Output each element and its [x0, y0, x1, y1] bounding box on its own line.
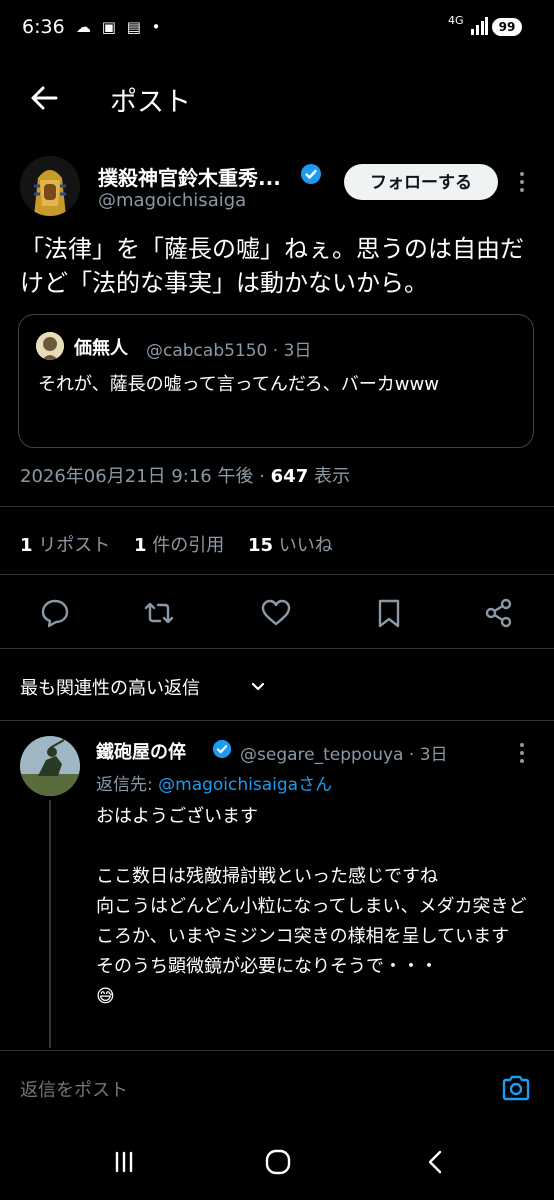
reply-icon[interactable] [38, 596, 72, 630]
reply-sort-dropdown[interactable]: 最も関連性の高い返信 [20, 674, 200, 700]
system-back-icon[interactable] [422, 1148, 450, 1176]
page-title: ポスト [110, 87, 191, 118]
signal-icon [471, 17, 488, 35]
reply-author-avatar[interactable] [20, 736, 80, 796]
post-meta: 2026年06月21日 9:16 午後 · 647 表示 [20, 466, 350, 487]
reposts-count: 1 [20, 535, 33, 556]
recent-apps-icon[interactable] [110, 1148, 138, 1176]
network-type: 4G [448, 14, 464, 27]
quoted-author-name: 価無人 [74, 338, 128, 359]
engagement-stats: 1 リポスト 1 件の引用 15 いいね [20, 531, 351, 557]
divider [0, 506, 554, 507]
reposts-label: リポスト [38, 535, 111, 556]
battery-indicator: 99 [492, 18, 522, 36]
divider [0, 720, 554, 721]
replying-to-mention[interactable]: @magoichisaigaさん [158, 775, 332, 795]
like-heart-icon[interactable] [259, 596, 293, 630]
quoted-author-avatar [36, 332, 64, 360]
verified-badge-icon [212, 739, 232, 759]
status-bar: 6:36 ☁ ▣ ▤ • 4G 99 [0, 0, 554, 56]
divider [0, 574, 554, 575]
reply-author-meta: @segare_teppouya · 3日 [240, 745, 448, 765]
quoted-post-text: それが、薩長の嘘って言ってんだろ、バーカwww [38, 374, 439, 395]
reply-time: 3日 [419, 745, 448, 765]
post-timestamp[interactable]: 2026年06月21日 9:16 午後 [20, 466, 253, 487]
quoted-author-handle: @cabcab5150 · 3日 [146, 341, 312, 361]
quotes-stat[interactable]: 1 件の引用 [134, 535, 224, 556]
replying-to: 返信先: @magoichisaigaさん [96, 770, 332, 795]
status-time: 6:36 [22, 16, 65, 38]
share-icon[interactable] [482, 596, 516, 630]
quotes-label: 件の引用 [152, 535, 225, 556]
reply-input[interactable]: 返信をポスト [20, 1076, 128, 1102]
divider [0, 648, 554, 649]
back-arrow-icon[interactable] [26, 80, 62, 116]
repost-icon[interactable] [142, 596, 176, 630]
home-icon[interactable] [264, 1148, 292, 1176]
author-avatar[interactable] [20, 156, 80, 216]
camera-icon[interactable] [500, 1072, 532, 1104]
views-count: 647 [270, 466, 309, 487]
more-options-icon[interactable] [518, 170, 526, 194]
quotes-count: 1 [134, 535, 147, 556]
likes-count: 15 [248, 535, 274, 556]
reply-author-handle[interactable]: @segare_teppouya [240, 745, 403, 765]
bookmark-icon[interactable] [372, 596, 406, 630]
chevron-down-icon[interactable] [248, 676, 268, 696]
thread-line [49, 800, 51, 1048]
verified-badge-icon [301, 164, 321, 184]
reply-text: おはようございます ここ数日は残敵掃討戦といった感じですね 向こうはどんどん小粒… [96, 806, 527, 1007]
reply-author-name[interactable]: 鐵砲屋の倅 [96, 738, 186, 764]
replying-to-prefix: 返信先: [96, 775, 159, 795]
likes-label: いいね [278, 535, 333, 556]
more-options-icon[interactable] [518, 742, 526, 764]
reposts-stat[interactable]: 1 リポスト [20, 535, 110, 556]
author-name[interactable]: 撲殺神官鈴木重秀... [98, 162, 281, 191]
post-text: 「法律」を「薩長の嘘」ねぇ。思うのは自由だけど「法的な事実」は動かないから。 [20, 235, 524, 297]
status-notification-icons: ☁ ▣ ▤ • [76, 18, 164, 36]
views-label: 表示 [313, 466, 350, 487]
quoted-handle-text: @cabcab5150 [146, 341, 268, 361]
quoted-time: 3日 [283, 341, 312, 361]
likes-stat[interactable]: 15 いいね [248, 535, 333, 556]
follow-button[interactable]: フォローする [344, 164, 498, 200]
author-handle[interactable]: @magoichisaiga [98, 190, 246, 211]
